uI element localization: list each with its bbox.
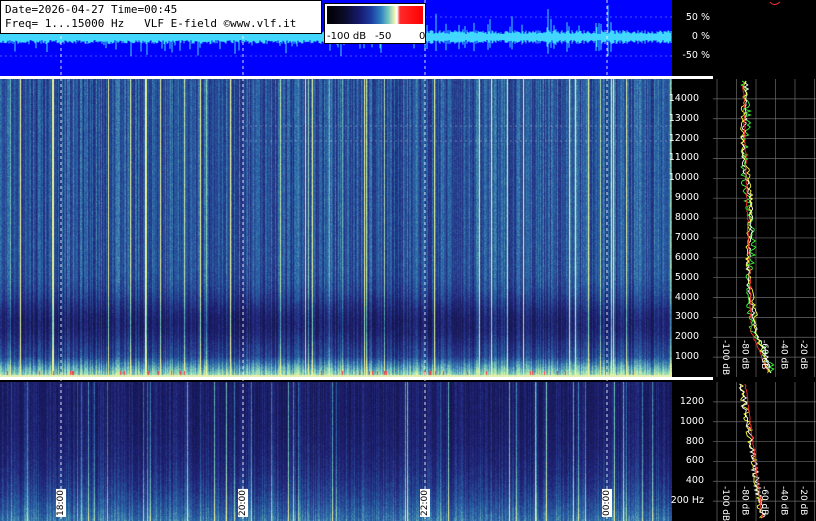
freq-tick-low: 1200 bbox=[679, 395, 704, 407]
source-text: VLF E-field ©www.vlf.it bbox=[144, 17, 297, 30]
freq-tick-main: 7000 bbox=[674, 231, 699, 243]
db-tick: -20 dB bbox=[798, 340, 808, 370]
freq-tick-main: 1000 bbox=[674, 351, 699, 363]
freq-tick-low: 400 bbox=[685, 475, 704, 487]
freq-tick-main: 2000 bbox=[674, 331, 699, 343]
amp-tick-0: 0 % bbox=[691, 31, 710, 42]
freq-tick-low: 200 Hz bbox=[670, 495, 704, 507]
db-tick: -100 dB bbox=[720, 340, 730, 376]
db-tick: -60 dB bbox=[759, 486, 769, 516]
db-tick: -20 dB bbox=[798, 486, 808, 516]
time-label-20: 20:00 bbox=[238, 489, 248, 517]
db-tick: -80 dB bbox=[739, 340, 750, 370]
freq-tick-main: 14000 bbox=[668, 92, 699, 104]
freq-tick-main: 13000 bbox=[668, 112, 699, 124]
amp-tick-minus50: -50 % bbox=[682, 50, 710, 61]
vlf-spectrogram-window: Date=2026-04-27 Time=00:45 Freq= 1...150… bbox=[0, 0, 816, 521]
color-scale-label-low: -100 dB bbox=[327, 31, 367, 42]
freq-tick-main: 4000 bbox=[674, 291, 699, 303]
freq-tick-main: 9000 bbox=[674, 192, 699, 204]
color-scale-label-mid: -50 bbox=[375, 31, 392, 42]
db-tick: -80 dB bbox=[739, 486, 750, 516]
freq-tick-main: 8000 bbox=[674, 212, 699, 224]
average-spectrum-main bbox=[713, 79, 816, 377]
time-grid bbox=[60, 0, 672, 521]
time-label-22: 22:00 bbox=[420, 489, 430, 517]
freq-tick-main: 12000 bbox=[668, 132, 699, 144]
freq-tick-main: 3000 bbox=[674, 311, 699, 323]
info-box: Date=2026-04-27 Time=00:45 Freq= 1...150… bbox=[0, 0, 322, 34]
freq-tick-main: 5000 bbox=[674, 271, 699, 283]
db-tick: -100 dB bbox=[720, 486, 730, 521]
time-label-00: 00:00 bbox=[602, 489, 612, 517]
date-time-text: Date=2026-04-27 Time=00:45 bbox=[5, 3, 178, 16]
corner-mark-icon bbox=[769, 1, 781, 5]
db-tick: -60 dB bbox=[759, 340, 769, 370]
amp-tick-50: 50 % bbox=[685, 12, 710, 23]
freq-tick-main: 10000 bbox=[668, 172, 699, 184]
spectrum-background bbox=[713, 79, 816, 377]
freq-tick-low: 1000 bbox=[679, 415, 704, 427]
freq-tick-main: 11000 bbox=[668, 152, 699, 164]
db-tick: -40 dB bbox=[778, 340, 789, 370]
freq-tick-main: 6000 bbox=[674, 251, 699, 263]
time-label-18: 18:00 bbox=[56, 489, 66, 517]
color-scale-gradient bbox=[327, 6, 423, 24]
color-scale-label-high: 0 bbox=[419, 31, 426, 42]
info-line2: Freq= 1...15000 Hz VLF E-field ©www.vlf.… bbox=[5, 17, 317, 31]
color-scale-legend: -100 dB -50 0 bbox=[324, 3, 426, 44]
freq-range-text: Freq= 1...15000 Hz bbox=[5, 17, 125, 30]
freq-tick-low: 800 bbox=[685, 435, 704, 447]
db-tick: -40 dB bbox=[778, 486, 789, 516]
freq-tick-low: 600 bbox=[685, 455, 704, 467]
